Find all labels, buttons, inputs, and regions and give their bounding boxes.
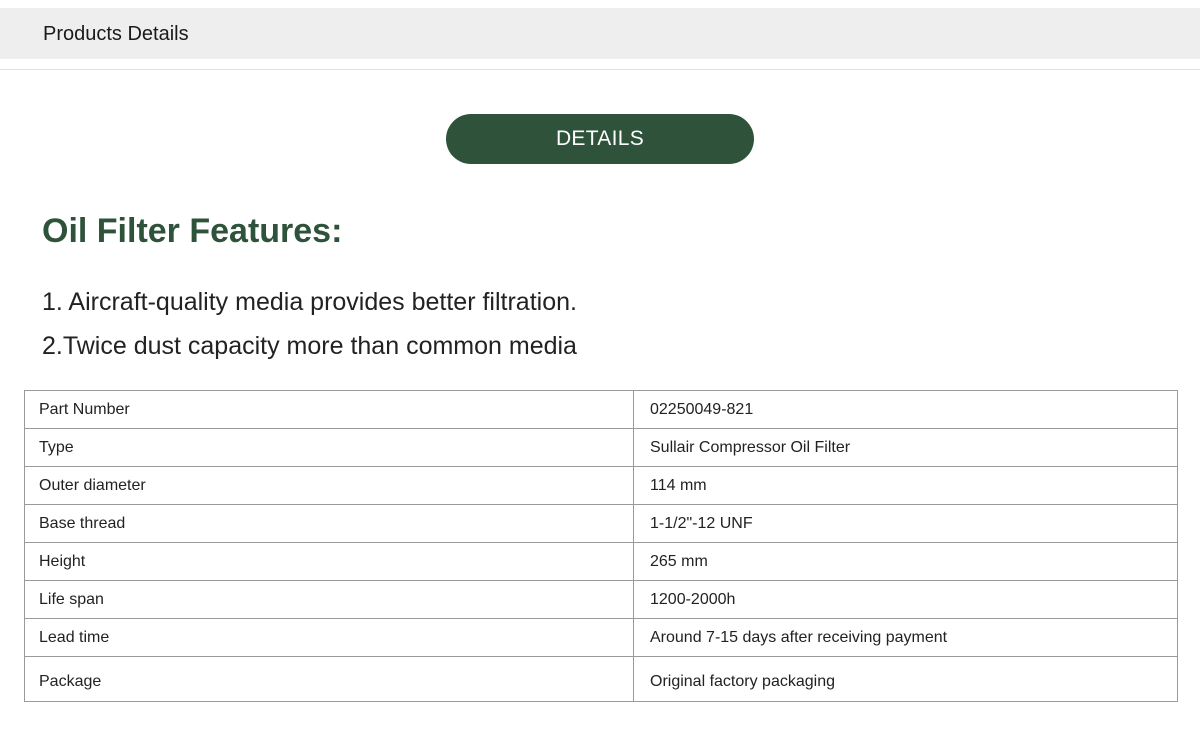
spec-label: Lead time — [24, 618, 634, 657]
table-row: Part Number 02250049-821 — [24, 390, 1178, 429]
spec-label: Part Number — [24, 390, 634, 429]
table-row: Life span 1200-2000h — [24, 580, 1178, 619]
details-button[interactable]: DETAILS — [446, 114, 754, 164]
spec-value: Sullair Compressor Oil Filter — [633, 428, 1178, 467]
table-row: Package Original factory packaging — [24, 656, 1178, 702]
spec-value: Around 7-15 days after receiving payment — [633, 618, 1178, 657]
feature-item: 1. Aircraft-quality media provides bette… — [42, 288, 577, 316]
spec-label: Outer diameter — [24, 466, 634, 505]
table-row: Type Sullair Compressor Oil Filter — [24, 428, 1178, 467]
spec-label: Type — [24, 428, 634, 467]
tab-products-details[interactable]: Products Details — [43, 22, 189, 46]
spec-value: Original factory packaging — [633, 656, 1178, 702]
spec-value: 02250049-821 — [633, 390, 1178, 429]
spec-value: 265 mm — [633, 542, 1178, 581]
table-row: Outer diameter 114 mm — [24, 466, 1178, 505]
table-row: Lead time Around 7-15 days after receivi… — [24, 618, 1178, 657]
spec-label: Package — [24, 656, 634, 702]
table-row: Height 265 mm — [24, 542, 1178, 581]
spec-label: Base thread — [24, 504, 634, 543]
feature-item: 2.Twice dust capacity more than common m… — [42, 332, 577, 360]
spec-value: 114 mm — [633, 466, 1178, 505]
spec-label: Height — [24, 542, 634, 581]
table-row: Base thread 1-1/2"-12 UNF — [24, 504, 1178, 543]
tab-divider — [0, 69, 1200, 70]
spec-label: Life span — [24, 580, 634, 619]
spec-value: 1200-2000h — [633, 580, 1178, 619]
products-details-tab-bar: Products Details — [0, 8, 1200, 59]
features-heading: Oil Filter Features: — [42, 212, 343, 250]
spec-value: 1-1/2"-12 UNF — [633, 504, 1178, 543]
spec-table: Part Number 02250049-821 Type Sullair Co… — [24, 390, 1178, 702]
